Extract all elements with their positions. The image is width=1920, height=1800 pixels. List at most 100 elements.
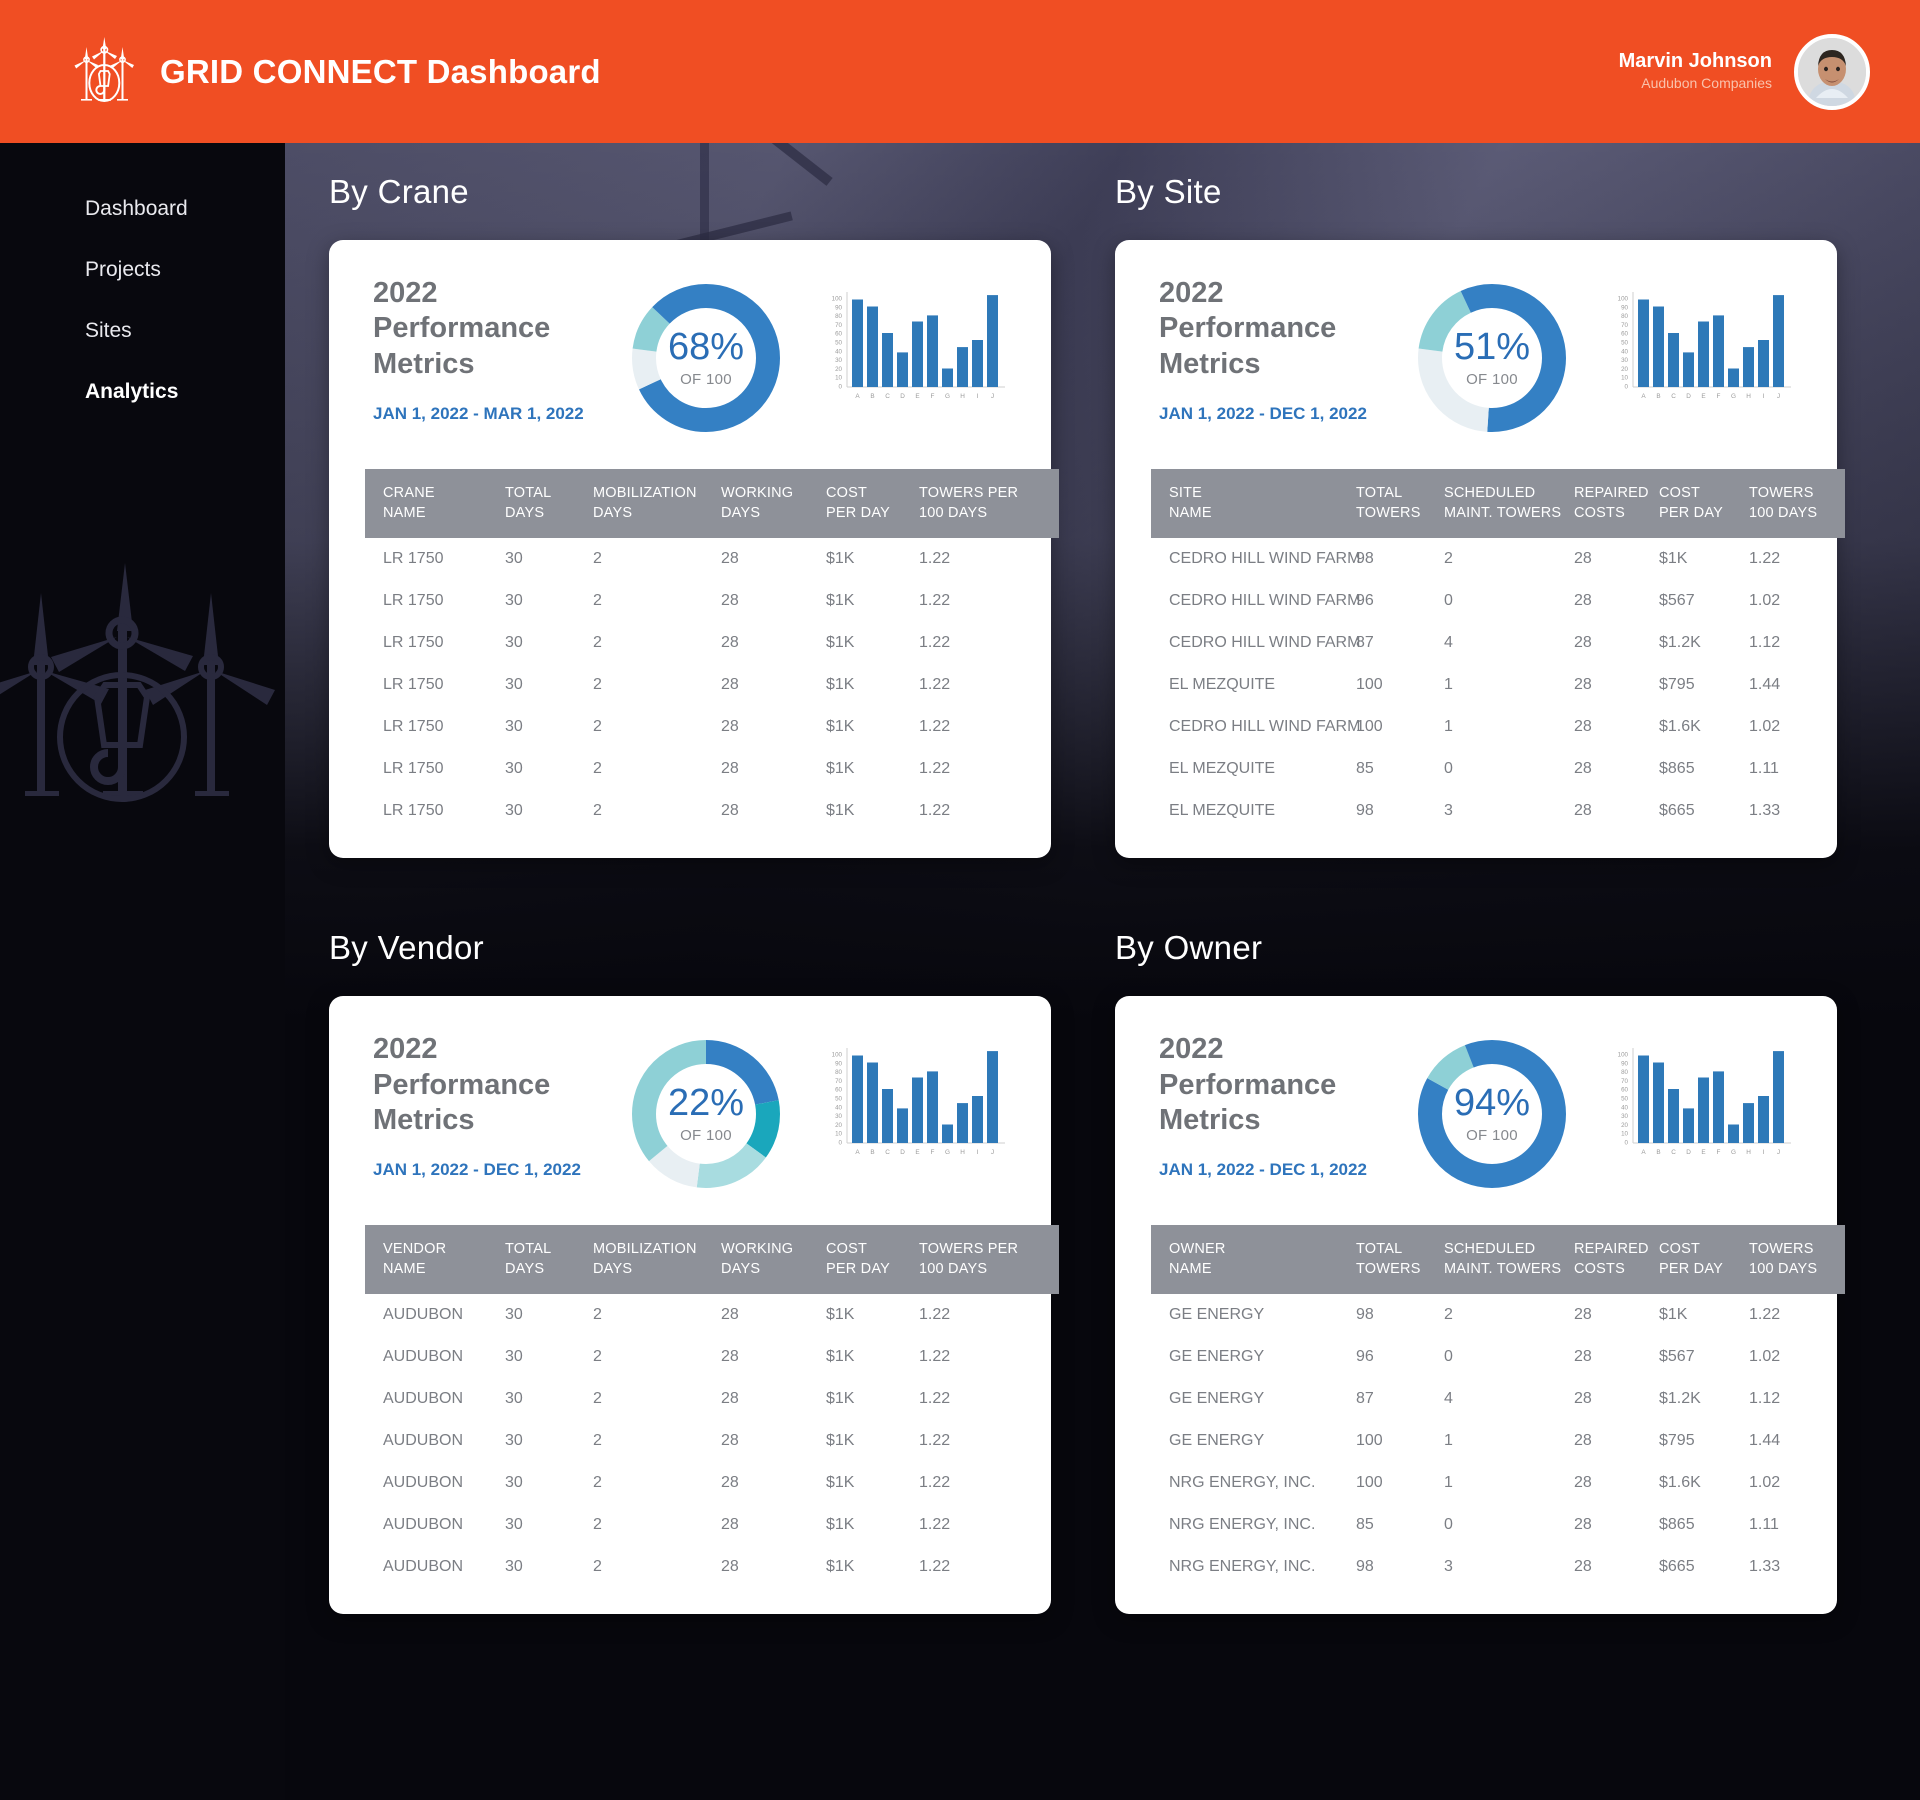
table-cell-1: 30 (505, 718, 523, 736)
donut-center-owner: 94% OF 100 (1412, 1034, 1572, 1194)
table-row[interactable]: CEDRO HILL WIND FARM 96 0 28 $567 1.02 (1151, 580, 1845, 622)
table-cell-5: 1.22 (919, 1348, 951, 1366)
svg-text:E: E (1701, 393, 1705, 400)
card-date-range-crane[interactable]: JAN 1, 2022 - MAR 1, 2022 (373, 404, 608, 424)
svg-text:40: 40 (835, 1104, 842, 1111)
card-date-range-vendor[interactable]: JAN 1, 2022 - DEC 1, 2022 (373, 1160, 608, 1180)
table-row[interactable]: CEDRO HILL WIND FARM 98 2 28 $1K 1.22 (1151, 538, 1845, 580)
avatar[interactable] (1794, 33, 1870, 110)
table-row[interactable]: LR 1750 30 2 28 $1K 1.22 (365, 538, 1059, 580)
table-row[interactable]: AUDUBON 30 2 28 $1K 1.22 (365, 1420, 1059, 1462)
table-row[interactable]: GE ENERGY 96 0 28 $567 1.02 (1151, 1336, 1845, 1378)
table-row[interactable]: LR 1750 30 2 28 $1K 1.22 (365, 664, 1059, 706)
table-cell-3: 28 (1574, 1390, 1592, 1408)
table-row[interactable]: LR 1750 30 2 28 $1K 1.22 (365, 706, 1059, 748)
table-cell-0: EL MEZQUITE (1169, 802, 1276, 820)
brand: GRID CONNECT Dashboard (0, 33, 601, 111)
card-by-owner: 2022 Performance Metrics JAN 1, 2022 - D… (1115, 996, 1845, 1615)
table-cell-3: 28 (721, 718, 739, 736)
table-cell-1: 98 (1356, 550, 1374, 568)
col-site-name: SITE NAME (1151, 469, 1356, 539)
table-cell-5: 1.02 (1749, 1348, 1781, 1366)
svg-text:100: 100 (832, 1052, 843, 1059)
svg-text:B: B (870, 393, 874, 400)
table-cell-5: 1.22 (919, 1516, 951, 1534)
table-row[interactable]: AUDUBON 30 2 28 $1K 1.22 (365, 1336, 1059, 1378)
table-cell-2: 2 (593, 1474, 602, 1492)
svg-text:B: B (1656, 1149, 1660, 1156)
sidebar-nav: Dashboard Projects Sites Analytics (0, 143, 285, 402)
svg-text:G: G (1731, 1149, 1736, 1156)
table-row[interactable]: LR 1750 30 2 28 $1K 1.22 (365, 748, 1059, 790)
table-cell-1: 96 (1356, 592, 1374, 610)
table-row[interactable]: LR 1750 30 2 28 $1K 1.22 (365, 790, 1059, 832)
table-cell-0: GE ENERGY (1169, 1390, 1265, 1408)
table-row[interactable]: CEDRO HILL WIND FARM 87 4 28 $1.2K 1.12 (1151, 622, 1845, 664)
card-heading-crane: 2022 Performance Metrics JAN 1, 2022 - M… (373, 276, 608, 424)
bar-chart-crane: 100 90 80 70 60 50 40 30 20 10 0 A B C D… (819, 286, 1007, 416)
table-cell-2: 3 (1444, 802, 1453, 820)
table-cell-1: 100 (1356, 1432, 1383, 1450)
table-row[interactable]: AUDUBON 30 2 28 $1K 1.22 (365, 1546, 1059, 1588)
table-row[interactable]: NRG ENERGY, INC. 100 1 28 $1.6K 1.02 (1151, 1462, 1845, 1504)
bar-chart-vendor: 100 90 80 70 60 50 40 30 20 10 0 A B C D… (819, 1042, 1007, 1172)
user-menu[interactable]: Marvin Johnson Audubon Companies (1619, 33, 1920, 110)
card-heading-year: 2022 (1159, 1033, 1224, 1066)
table-cell-2: 2 (593, 1306, 602, 1324)
table-cell-4: $1.6K (1659, 718, 1701, 736)
donut-chart-owner: 94% OF 100 (1412, 1034, 1572, 1194)
sidebar-item-analytics[interactable]: Analytics (0, 381, 285, 402)
table-row[interactable]: LR 1750 30 2 28 $1K 1.22 (365, 580, 1059, 622)
table-cell-0: AUDUBON (383, 1432, 464, 1450)
sidebar-item-projects[interactable]: Projects (0, 259, 285, 280)
card-date-range-owner[interactable]: JAN 1, 2022 - DEC 1, 2022 (1159, 1160, 1394, 1180)
table-cell-4: $1K (826, 718, 855, 736)
table-cell-5: 1.22 (919, 634, 951, 652)
table-cell-0: LR 1750 (383, 718, 444, 736)
col-vendor-name: VENDOR NAME (365, 1225, 505, 1295)
table-cell-5: 1.22 (919, 1432, 951, 1450)
table-cell-3: 28 (1574, 1558, 1592, 1576)
card-heading-vendor: 2022 Performance Metrics JAN 1, 2022 - D… (373, 1032, 608, 1180)
svg-text:10: 10 (835, 375, 842, 382)
col-towers-100-days: TOWERS 100 DAYS (1749, 469, 1845, 539)
table-cell-5: 1.22 (919, 1390, 951, 1408)
table-cell-3: 28 (1574, 1306, 1592, 1324)
table-cell-3: 28 (1574, 1516, 1592, 1534)
table-row[interactable]: GE ENERGY 98 2 28 $1K 1.22 (1151, 1294, 1845, 1336)
donut-center-crane: 68% OF 100 (626, 278, 786, 438)
donut-percent-crane: 68% (667, 326, 745, 368)
sidebar-item-sites[interactable]: Sites (0, 320, 285, 341)
section-title-site: By Site (1115, 173, 1222, 210)
table-row[interactable]: LR 1750 30 2 28 $1K 1.22 (365, 622, 1059, 664)
table-row[interactable]: NRG ENERGY, INC. 85 0 28 $865 1.11 (1151, 1504, 1845, 1546)
card-date-range-site[interactable]: JAN 1, 2022 - DEC 1, 2022 (1159, 404, 1394, 424)
table-row[interactable]: AUDUBON 30 2 28 $1K 1.22 (365, 1504, 1059, 1546)
table-cell-4: $865 (1659, 760, 1695, 778)
sidebar-item-dashboard[interactable]: Dashboard (0, 198, 285, 219)
table-body-owner: GE ENERGY 98 2 28 $1K 1.22 GE ENERGY 96 0 28 $567 1… (1151, 1294, 1845, 1588)
table-cell-2: 2 (593, 802, 602, 820)
table-row[interactable]: NRG ENERGY, INC. 98 3 28 $665 1.33 (1151, 1546, 1845, 1588)
table-cell-0: AUDUBON (383, 1474, 464, 1492)
svg-text:0: 0 (1625, 1140, 1629, 1147)
table-cell-3: 28 (1574, 760, 1592, 778)
table-cell-0: AUDUBON (383, 1558, 464, 1576)
table-row[interactable]: GE ENERGY 100 1 28 $795 1.44 (1151, 1420, 1845, 1462)
table-body-crane: LR 1750 30 2 28 $1K 1.22 LR 1750 30 2 28 $1K 1.22 LR… (365, 538, 1059, 832)
table-body-site: CEDRO HILL WIND FARM 98 2 28 $1K 1.22 CEDRO HI… (1151, 538, 1845, 832)
table-cell-2: 2 (593, 550, 602, 568)
table-row[interactable]: AUDUBON 30 2 28 $1K 1.22 (365, 1294, 1059, 1336)
table-cell-2: 4 (1444, 1390, 1453, 1408)
table-cell-0: CEDRO HILL WIND FARM (1169, 718, 1361, 736)
table-row[interactable]: EL MEZQUITE 98 3 28 $665 1.33 (1151, 790, 1845, 832)
table-row[interactable]: EL MEZQUITE 100 1 28 $795 1.44 (1151, 664, 1845, 706)
table-row[interactable]: GE ENERGY 87 4 28 $1.2K 1.12 (1151, 1378, 1845, 1420)
table-row[interactable]: AUDUBON 30 2 28 $1K 1.22 (365, 1462, 1059, 1504)
svg-text:90: 90 (1621, 1060, 1628, 1067)
table-row[interactable]: EL MEZQUITE 85 0 28 $865 1.11 (1151, 748, 1845, 790)
table-row[interactable]: CEDRO HILL WIND FARM 100 1 28 $1.6K 1.02 (1151, 706, 1845, 748)
table-cell-3: 28 (721, 1474, 739, 1492)
table-row[interactable]: AUDUBON 30 2 28 $1K 1.22 (365, 1378, 1059, 1420)
svg-text:F: F (1717, 1149, 1721, 1156)
